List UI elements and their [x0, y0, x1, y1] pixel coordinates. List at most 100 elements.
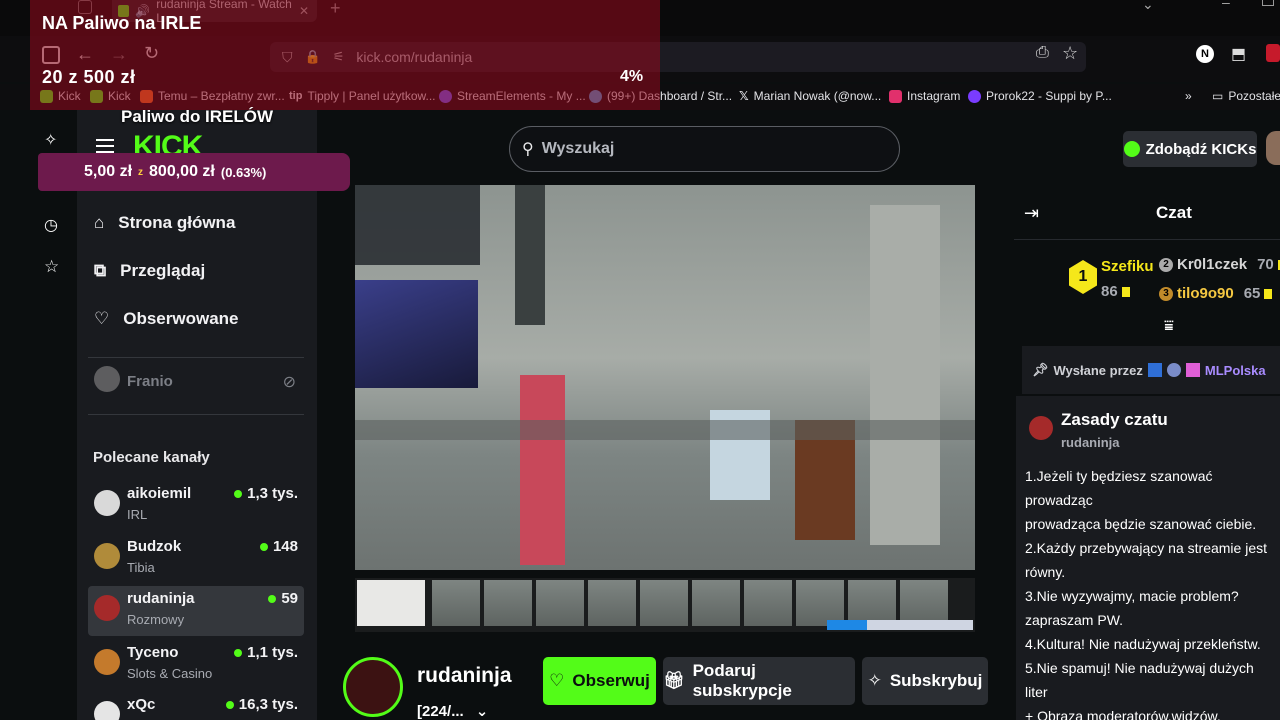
- nav-following[interactable]: ♡ Obserwowane: [94, 309, 239, 329]
- live-dot-icon: [225, 700, 234, 709]
- tab-overview-icon[interactable]: [78, 0, 92, 14]
- star-icon[interactable]: ☆: [44, 257, 59, 277]
- fence-rail: [355, 420, 975, 440]
- channel-item[interactable]: xQc 16,3 tys.: [88, 692, 304, 720]
- bookmark-item[interactable]: Instagram: [889, 89, 960, 103]
- subscribe-button[interactable]: ✧ Subskrybuj: [862, 657, 988, 705]
- follow-button[interactable]: ♡ Obserwuj: [543, 657, 656, 705]
- follow-label: Obserwuj: [572, 671, 650, 690]
- channel-category: IRL: [127, 507, 148, 522]
- bookmark-item[interactable]: StreamElements - My ...: [439, 89, 586, 103]
- channel-item[interactable]: Budzok Tibia 148: [88, 534, 304, 584]
- webcam-overlay: [355, 280, 478, 388]
- bookmark-item[interactable]: 𝕏 Marian Nowak (@now...: [739, 89, 881, 103]
- collapse-chat-icon[interactable]: ⇥: [1024, 203, 1039, 224]
- stream-title-text: [224/...: [417, 703, 464, 720]
- channel-name: Franio: [127, 373, 173, 390]
- streamer-name[interactable]: rudaninja: [417, 664, 512, 688]
- extension-n-icon[interactable]: N: [1196, 45, 1214, 63]
- avatar: [94, 649, 120, 675]
- bookmark-item[interactable]: Prorok22 - Suppi by P...: [968, 89, 1112, 103]
- forward-arrow-icon[interactable]: →: [110, 44, 128, 65]
- timeline-frame[interactable]: [588, 580, 636, 626]
- channel-item[interactable]: Tyceno Slots & Casino 1,1 tys.: [88, 640, 304, 690]
- expand-leaderboard-icon[interactable]: ⩸: [1164, 318, 1174, 336]
- timeline-frame[interactable]: [692, 580, 740, 626]
- bookmarks-overflow-icon[interactable]: »: [1185, 89, 1192, 103]
- maximize-icon[interactable]: [1262, 0, 1274, 6]
- tab-list-chevron-icon[interactable]: ⌄: [1142, 0, 1154, 13]
- viewer-count: 1,1 tys.: [234, 644, 298, 661]
- reload-icon[interactable]: ↻: [144, 43, 159, 64]
- stream-title[interactable]: [224/... ⌄: [417, 702, 488, 720]
- back-arrow-icon[interactable]: ←: [76, 44, 94, 65]
- sidebar-toggle-icon[interactable]: [42, 46, 60, 64]
- timeline-frame[interactable]: [640, 580, 688, 626]
- chevron-down-icon[interactable]: ⌄: [476, 703, 489, 720]
- recommended-header: Polecane kanały: [93, 449, 210, 466]
- live-dot-icon: [268, 594, 277, 603]
- bookmark-item[interactable]: Kick: [90, 89, 131, 103]
- leaderboard-name[interactable]: Szefiku: [1101, 258, 1154, 275]
- badge-icon: [1185, 363, 1200, 377]
- other-bookmarks[interactable]: ▭ Pozostałe: [1212, 89, 1280, 103]
- leaderboard-entry[interactable]: 2 Kr0l1czek 70: [1159, 256, 1280, 273]
- minimap[interactable]: [357, 580, 425, 626]
- timeline-frame[interactable]: [744, 580, 792, 626]
- timeline-frame[interactable]: [484, 580, 532, 626]
- kick-icon: [90, 89, 103, 103]
- viewer-count: 59: [268, 590, 298, 607]
- followed-channel[interactable]: Franio ⊘: [88, 360, 304, 410]
- streamer-avatar[interactable]: [343, 657, 403, 717]
- shield-icon[interactable]: ⛉: [282, 49, 293, 66]
- search-input[interactable]: ⚲ Wyszukaj: [509, 126, 900, 172]
- rules-title: Zasady czatu: [1061, 410, 1168, 429]
- gift-subs-button[interactable]: 🎁︎ Podaruj subskrypcje: [663, 657, 855, 705]
- lock-icon[interactable]: 🔒: [305, 49, 321, 65]
- close-tab-icon[interactable]: ✕: [299, 4, 309, 18]
- bookmark-item[interactable]: Kick: [40, 89, 81, 103]
- get-kicks-label: Zdobądź KICKs: [1145, 140, 1257, 158]
- sparkle-icon[interactable]: ✧: [44, 130, 57, 150]
- viewer-value: 1,1 tys.: [247, 644, 298, 661]
- dashboard-icon: [589, 89, 602, 103]
- new-tab-icon[interactable]: +: [330, 0, 341, 19]
- video-player[interactable]: [355, 185, 975, 570]
- nav-home[interactable]: ⌂ Strona główna: [94, 213, 235, 233]
- timeline-frame[interactable]: [432, 580, 480, 626]
- profile-icon[interactable]: [1266, 44, 1280, 62]
- bookmark-label: Tipply | Panel użytkow...: [307, 89, 436, 103]
- clock-icon[interactable]: ◷: [44, 215, 58, 235]
- channel-item-active[interactable]: rudaninja Rozmowy 59: [88, 586, 304, 636]
- heart-icon: ♡: [94, 309, 110, 328]
- channel-name: Budzok: [127, 538, 182, 555]
- pinned-user: MLPolska: [1204, 362, 1266, 378]
- bookmark-star-icon[interactable]: ☆: [1062, 43, 1078, 64]
- divider: [1014, 239, 1280, 240]
- permissions-icon[interactable]: ⚟: [333, 49, 345, 65]
- nav-browse[interactable]: ⧉ Przeglądaj: [94, 261, 205, 281]
- save-page-icon[interactable]: ⎙: [1036, 44, 1049, 62]
- minimize-icon[interactable]: –: [1222, 0, 1230, 10]
- bookmark-item[interactable]: Temu – Bezpłatny zwr...: [140, 89, 285, 103]
- bookmark-item[interactable]: (99+) Dashboard / Str...: [589, 89, 732, 103]
- subscribe-label: Subskrybuj: [889, 671, 983, 690]
- timeline-filmstrip[interactable]: [355, 578, 975, 632]
- pinned-message-bar[interactable]: 📌︎ Wysłane przez MLPolska: [1022, 346, 1280, 394]
- temu-icon: [140, 89, 153, 103]
- live-dot-icon: [259, 542, 268, 551]
- progress-fill: [827, 620, 867, 630]
- bookmark-label: StreamElements - My ...: [457, 89, 586, 103]
- leaderboard-entry[interactable]: 3 tilo9o90 65: [1159, 285, 1273, 302]
- kick-icon-rail: [30, 110, 77, 720]
- get-kicks-button[interactable]: Zdobądź KICKs: [1123, 131, 1257, 167]
- user-avatar[interactable]: [1266, 131, 1280, 165]
- extensions-icon[interactable]: ⬒: [1231, 44, 1246, 64]
- menu-icon[interactable]: [96, 139, 114, 153]
- nav-label: Przeglądaj: [120, 261, 206, 280]
- channel-item[interactable]: aikoiemil IRL 1,3 tys.: [88, 481, 304, 531]
- leaderboard-value: 70: [1257, 256, 1274, 273]
- url-bar[interactable]: ⛉ 🔒 ⚟ kick.com/rudaninja: [270, 42, 1086, 72]
- bookmark-item[interactable]: tip Tipply | Panel użytkow...: [289, 89, 436, 103]
- timeline-frame[interactable]: [536, 580, 584, 626]
